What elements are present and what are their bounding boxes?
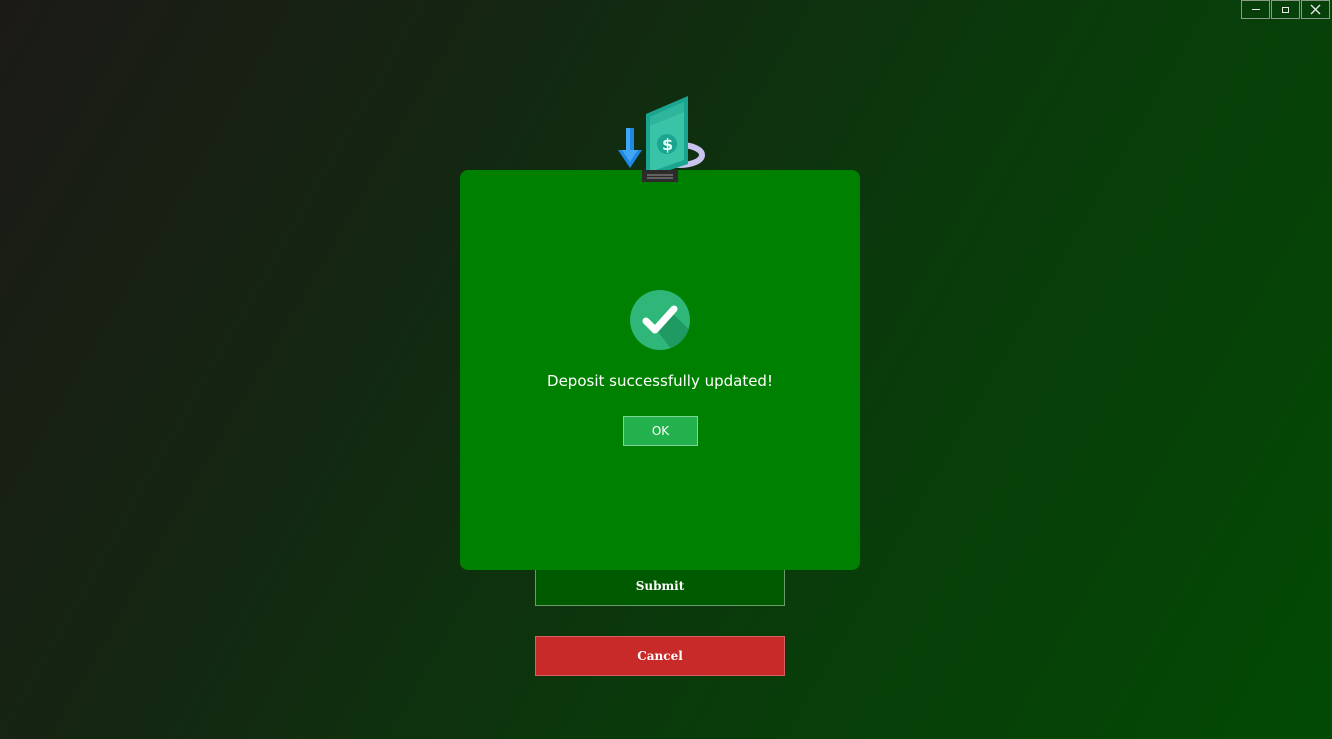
deposit-money-icon: $ — [612, 92, 708, 184]
svg-text:$: $ — [662, 135, 673, 154]
cancel-button[interactable]: Cancel — [535, 636, 785, 676]
maximize-button[interactable] — [1271, 0, 1300, 19]
success-check-icon — [630, 290, 690, 350]
dialog-message: Deposit successfully updated! — [547, 372, 773, 390]
ok-button[interactable]: OK — [623, 416, 698, 446]
submit-button[interactable]: Submit — [535, 566, 785, 606]
close-icon — [1310, 4, 1321, 15]
close-button[interactable] — [1301, 0, 1330, 19]
minimize-icon — [1251, 9, 1260, 10]
maximize-icon — [1282, 6, 1289, 13]
minimize-button[interactable] — [1241, 0, 1270, 19]
success-dialog: Deposit successfully updated! OK — [460, 170, 860, 570]
window-controls — [1240, 0, 1330, 19]
